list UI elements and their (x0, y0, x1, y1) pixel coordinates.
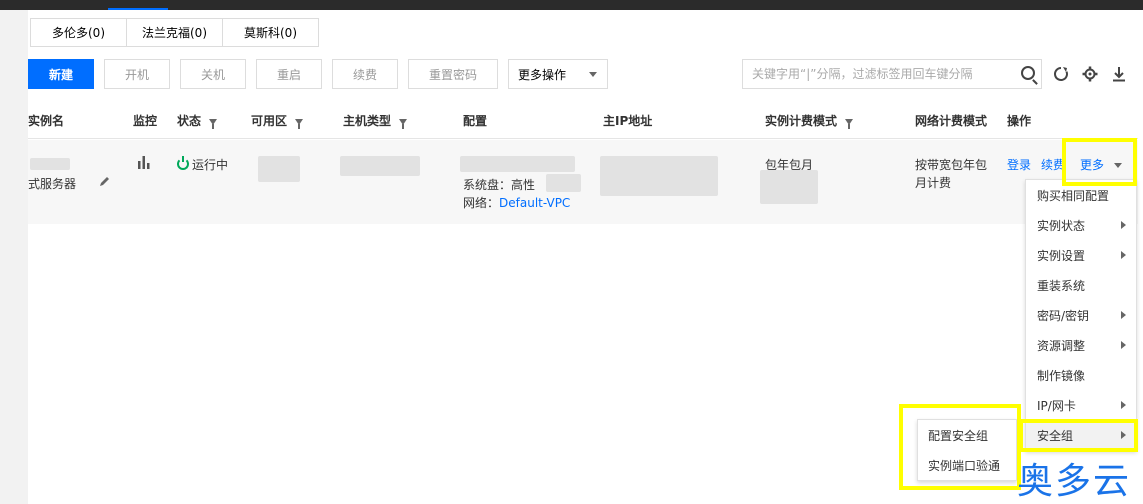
top-strip (0, 0, 1143, 10)
redacted-zone (258, 156, 300, 182)
chevron-down-icon (589, 72, 597, 77)
menu-item-label: 重装系统 (1037, 278, 1086, 293)
menu-item-instance-settings[interactable]: 实例设置 (1026, 240, 1136, 270)
renew-button[interactable]: 续费 (332, 59, 398, 89)
column-header-billing-label: 实例计费模式 (765, 114, 838, 128)
config-disk: 系统盘：高性 (463, 178, 536, 192)
config-network: 网络：Default-VPC (463, 194, 570, 211)
menu-item-label: 实例状态 (1037, 218, 1086, 233)
more-actions-label: 更多操作 (518, 67, 567, 82)
menu-item-resize[interactable]: 资源调整 (1026, 330, 1136, 360)
column-header-network-billing: 网络计费模式 (915, 114, 988, 128)
instance-name: 式服务器 (28, 177, 77, 191)
menu-item-label: IP/网卡 (1037, 398, 1076, 413)
menu-item-password-key[interactable]: 密码/密钥 (1026, 300, 1136, 330)
column-header-zone-label: 可用区 (251, 114, 288, 128)
submenu-item-configure-security-group[interactable]: 配置安全组 (918, 420, 1016, 450)
submenu-item-label: 实例端口验通 (928, 458, 1001, 473)
search-box (742, 59, 1042, 89)
chevron-right-icon (1121, 251, 1126, 259)
column-header-type[interactable]: 主机类型 (343, 112, 408, 129)
menu-item-security-group[interactable]: 安全组 (1026, 420, 1136, 450)
gear-icon[interactable] (1080, 64, 1100, 84)
filter-icon[interactable] (295, 118, 304, 129)
column-header-billing[interactable]: 实例计费模式 (765, 112, 854, 129)
chevron-right-icon (1121, 401, 1126, 409)
table-header: 实例名 监控 状态 可用区 主机类型 配置 主IP地址 实例计费模式 网络计费模… (28, 99, 1138, 139)
column-header-actions: 操作 (1007, 114, 1032, 128)
more-label: 更多 (1080, 158, 1105, 172)
menu-item-label: 实例设置 (1037, 248, 1086, 263)
region-tab-moscow[interactable]: 莫斯科(0) (222, 18, 319, 47)
column-header-status-label: 状态 (177, 114, 202, 128)
menu-item-label: 资源调整 (1037, 338, 1086, 353)
security-group-submenu: 配置安全组 实例端口验通 (917, 419, 1017, 481)
submenu-item-label: 配置安全组 (928, 428, 989, 443)
network-billing-line2: 月计费 (915, 176, 952, 190)
menu-item-buy-same[interactable]: 购买相同配置 (1026, 180, 1136, 210)
column-header-config: 配置 (463, 114, 488, 128)
more-dropdown[interactable]: 更多 (1080, 156, 1122, 173)
status-text: 运行中 (192, 158, 229, 172)
menu-item-reinstall[interactable]: 重装系统 (1026, 270, 1136, 300)
chevron-right-icon (1121, 431, 1126, 439)
search-icon[interactable] (1021, 66, 1035, 80)
vpc-link[interactable]: Default-VPC (499, 196, 570, 210)
refresh-icon[interactable] (1051, 64, 1071, 84)
watermark-logo: 奥多云 (1017, 461, 1132, 502)
menu-item-label: 安全组 (1037, 428, 1074, 443)
region-tab-toronto[interactable]: 多伦多(0) (30, 18, 127, 47)
filter-icon[interactable] (845, 118, 854, 129)
start-button[interactable]: 开机 (104, 59, 170, 89)
download-icon[interactable] (1109, 64, 1129, 84)
search-input[interactable] (743, 60, 1013, 88)
stop-button[interactable]: 关机 (180, 59, 246, 89)
column-header-zone[interactable]: 可用区 (251, 112, 304, 129)
chevron-down-icon (1113, 163, 1122, 168)
reset-password-button[interactable]: 重置密码 (408, 59, 498, 89)
network-billing-line1: 按带宽包年包 (915, 158, 988, 172)
power-icon (177, 156, 189, 170)
menu-item-label: 密码/密钥 (1037, 308, 1090, 323)
edit-pencil-icon[interactable] (99, 175, 111, 190)
monitor-chart-icon[interactable] (137, 155, 151, 172)
submenu-item-port-check[interactable]: 实例端口验通 (918, 450, 1016, 480)
column-header-type-label: 主机类型 (343, 114, 392, 128)
more-menu: 购买相同配置 实例状态 实例设置 重装系统 密码/密钥 资源调整 制作镜像 IP… (1025, 179, 1137, 451)
redacted-disk (546, 174, 581, 192)
table-row: 式服务器 运行中 系统盘：高性 网络：Default-VPC 包年包月 按带宽包… (28, 140, 1138, 224)
region-tabs: 多伦多(0) 法兰克福(0) 莫斯科(0) (30, 18, 319, 47)
menu-item-create-image[interactable]: 制作镜像 (1026, 360, 1136, 390)
redacted-config (460, 156, 575, 172)
renew-link[interactable]: 续费 (1041, 156, 1065, 173)
redacted-host-type (340, 156, 420, 176)
menu-item-ip-nic[interactable]: IP/网卡 (1026, 390, 1136, 420)
menu-item-instance-status[interactable]: 实例状态 (1026, 210, 1136, 240)
new-button[interactable]: 新建 (28, 59, 94, 89)
column-header-ip: 主IP地址 (603, 114, 653, 128)
menu-item-label: 购买相同配置 (1037, 188, 1110, 203)
filter-icon[interactable] (209, 118, 218, 129)
restart-button[interactable]: 重启 (256, 59, 322, 89)
chevron-right-icon (1121, 341, 1126, 349)
column-header-status[interactable]: 状态 (177, 112, 218, 129)
redacted-instance-id (30, 158, 70, 170)
chevron-right-icon (1121, 221, 1126, 229)
region-tab-frankfurt[interactable]: 法兰克福(0) (126, 18, 223, 47)
menu-item-label: 制作镜像 (1037, 368, 1086, 383)
redacted-expiry (760, 170, 818, 204)
config-network-label: 网络： (463, 196, 500, 210)
status-running: 运行中 (177, 156, 228, 173)
filter-icon[interactable] (399, 118, 408, 129)
redacted-ip (600, 156, 718, 196)
toolbar: 新建 开机 关机 重启 续费 重置密码 更多操作 (0, 59, 1143, 89)
column-header-name: 实例名 (28, 114, 65, 128)
login-link[interactable]: 登录 (1007, 156, 1031, 173)
more-actions-dropdown[interactable]: 更多操作 (508, 59, 608, 89)
column-header-monitor: 监控 (133, 114, 158, 128)
chevron-right-icon (1121, 311, 1126, 319)
